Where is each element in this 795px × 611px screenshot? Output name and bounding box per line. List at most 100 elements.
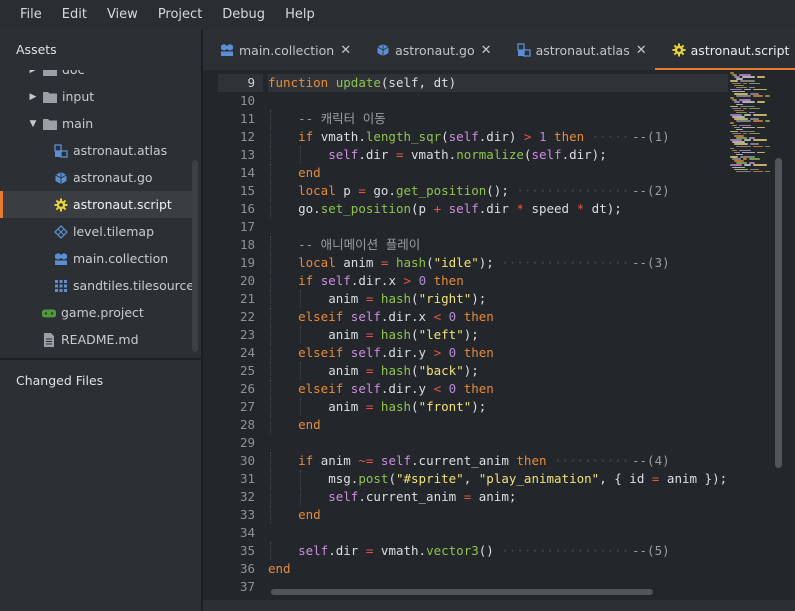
code-token: then (463, 309, 494, 324)
indent-guide (270, 380, 271, 398)
step-note: --(4) (632, 453, 670, 468)
code-token: normalize (456, 147, 524, 162)
chevron-right-icon[interactable]: ▶ (28, 70, 38, 75)
tree-item-input[interactable]: ▶ input (0, 83, 192, 110)
code-line[interactable]: msg.post("#sprite", "play_animation", { … (268, 470, 728, 488)
code-line[interactable]: self.current_anim = anim; (268, 488, 728, 506)
code-line[interactable]: anim = hash("front"); (268, 398, 728, 416)
tree-item-astronaut-atlas[interactable]: astronaut.atlas (0, 137, 192, 164)
code-token: ); (471, 399, 487, 414)
code-token: self (320, 273, 351, 288)
indent-guide (300, 146, 302, 164)
code-token: msg. (328, 471, 359, 486)
asset-tree[interactable]: ▶ doc ▶ input ▼ main astronaut.atlas astronaut.… (0, 70, 192, 360)
code-line[interactable]: if vmath.length_sqr(self.dir) > 1 then ·… (268, 128, 728, 146)
menu-help[interactable]: Help (275, 0, 325, 30)
code-line[interactable] (268, 92, 728, 110)
chevron-right-icon[interactable]: ▶ (28, 92, 38, 102)
code-line[interactable]: self.dir = vmath.vector3() ·············… (268, 542, 728, 560)
code-line[interactable]: -- 캐릭터 이동 (268, 110, 728, 128)
close-icon[interactable]: ✕ (481, 43, 492, 58)
minimap-line (732, 149, 737, 152)
tree-item-doc[interactable]: ▶ doc (0, 70, 192, 83)
code-line[interactable]: elseif self.dir.y > 0 then (268, 344, 728, 362)
menu-file[interactable]: File (10, 0, 52, 30)
code-token: (); (486, 183, 509, 198)
tab-main-collection[interactable]: main.collection ✕ (203, 30, 359, 70)
line-number: 32 (239, 489, 255, 504)
tree-item-label: README.md (61, 332, 139, 347)
code-line[interactable]: anim = hash("right"); (268, 290, 728, 308)
menu-view[interactable]: View (97, 0, 148, 30)
code-line[interactable]: elseif self.dir.x < 0 then (268, 308, 728, 326)
minimap-line (740, 105, 755, 108)
tree-item-sandtiles-tilesource[interactable]: sandtiles.tilesource (0, 272, 192, 299)
code-line[interactable]: if self.dir.x > 0 then (268, 272, 728, 290)
vertical-scrollbar[interactable] (775, 158, 782, 468)
indent-guide (300, 326, 302, 344)
indent-guide (270, 308, 271, 326)
code-line[interactable] (268, 218, 728, 236)
menu-project[interactable]: Project (148, 0, 212, 30)
code-line[interactable]: end (268, 506, 728, 524)
menu-debug[interactable]: Debug (212, 0, 275, 30)
chevron-down-icon[interactable]: ▼ (28, 119, 38, 129)
code-line[interactable]: self.dir = vmath.normalize(self.dir); (268, 146, 728, 164)
code-editor[interactable]: 9 10 11 12 13 14 15 16 17 18 19 20 21 22 23 24 25 26 27 28 2… (203, 70, 795, 611)
close-icon[interactable]: ✕ (636, 43, 647, 58)
tree-item-main-collection[interactable]: main.collection (0, 245, 192, 272)
minimap-line (750, 168, 759, 171)
code-line[interactable]: elseif self.dir.y < 0 then (268, 380, 728, 398)
tree-item-main[interactable]: ▼ main (0, 110, 192, 137)
code-line[interactable] (268, 524, 728, 542)
panel-divider[interactable] (0, 358, 202, 360)
tree-item-readme-md[interactable]: README.md (0, 326, 192, 353)
tree-item-astronaut-script[interactable]: astronaut.script (0, 191, 192, 218)
assets-scrollbar[interactable] (192, 160, 198, 352)
code-token: hash (380, 363, 412, 378)
tab-astronaut-atlas[interactable]: astronaut.atlas ✕ (500, 30, 655, 70)
code-token: self (531, 147, 562, 162)
horizontal-scrollbar[interactable] (271, 589, 653, 595)
minimap-line (732, 124, 737, 126)
tree-item-level-tilemap[interactable]: level.tilemap (0, 218, 192, 245)
code-line[interactable]: end (268, 164, 728, 182)
tree-item-game-project[interactable]: game.project (0, 299, 192, 326)
code-token: function (268, 75, 329, 90)
code-area[interactable]: function update(self, dt) -- 캐릭터 이동 if v… (268, 74, 728, 594)
code-token: -- 캐릭터 이동 (298, 111, 386, 126)
tree-item-astronaut-go[interactable]: astronaut.go (0, 164, 192, 191)
code-token: anim (335, 255, 381, 270)
code-token: ~= (358, 453, 374, 468)
minimap-line (732, 166, 745, 168)
minimap-line (732, 107, 741, 110)
code-line[interactable]: anim = hash("left"); (268, 326, 728, 344)
menu-edit[interactable]: Edit (52, 0, 97, 30)
close-icon[interactable]: ✕ (340, 43, 351, 58)
code-line[interactable]: go.set_position(p + self.dir * speed * d… (268, 200, 728, 218)
tab-astronaut-script[interactable]: astronaut.script✕ (654, 30, 795, 70)
leader-dots: ····· (584, 129, 630, 144)
code-line[interactable]: local p = go.get_position(); ···········… (268, 182, 728, 200)
line-number: 15 (239, 183, 255, 198)
code-line[interactable] (268, 434, 728, 452)
code-line[interactable]: function update(self, dt) (268, 74, 728, 92)
tab-astronaut-go[interactable]: astronaut.go ✕ (359, 30, 499, 70)
code-line[interactable]: -- 애니메이션 플레이 (268, 236, 728, 254)
code-line[interactable]: end (268, 560, 728, 578)
code-token: end (298, 165, 321, 180)
code-token: end (298, 507, 321, 522)
code-line[interactable]: if anim ~= self.current_anim then ······… (268, 452, 728, 470)
code-token: > (403, 273, 412, 288)
code-line[interactable]: local anim = hash("idle"); ·············… (268, 254, 728, 272)
code-line[interactable]: anim = hash("back"); (268, 362, 728, 380)
code-line[interactable]: end (268, 416, 728, 434)
